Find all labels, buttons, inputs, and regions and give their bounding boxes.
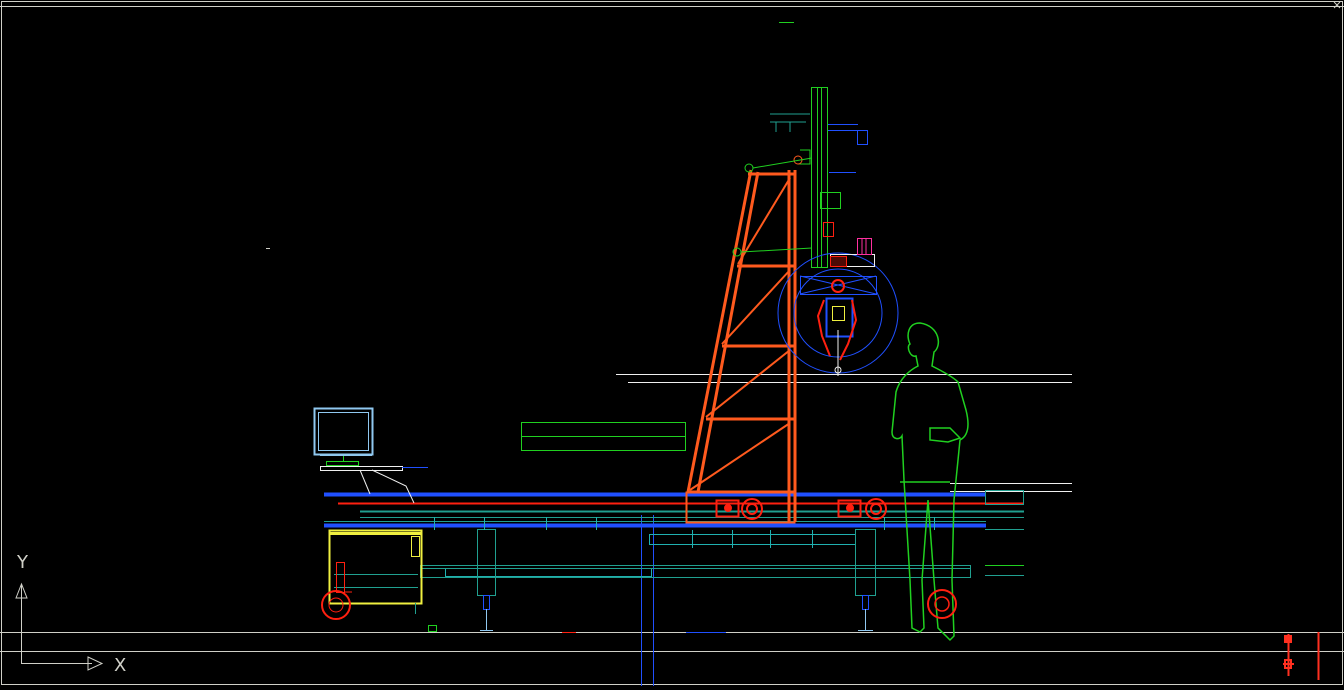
control-cabinet bbox=[321, 529, 423, 620]
floor-marks bbox=[428, 625, 726, 633]
ucs-y-label: Y bbox=[16, 552, 29, 573]
cad-drawing-viewport[interactable]: Y X bbox=[0, 0, 1344, 686]
table-leg-left bbox=[477, 529, 496, 631]
green-panel bbox=[521, 422, 686, 451]
ucs-axes-icon bbox=[15, 582, 104, 671]
computer-monitor-icon bbox=[313, 407, 428, 504]
reference-lines bbox=[616, 374, 1072, 492]
drive-motor-right bbox=[837, 498, 887, 520]
gantry-frame bbox=[685, 169, 797, 524]
vertical-mast bbox=[732, 87, 868, 268]
human-figure-icon bbox=[891, 322, 969, 642]
vertical-centerlines bbox=[641, 515, 654, 686]
drawing-frame bbox=[0, 1, 1344, 685]
conveyor-table bbox=[324, 490, 1024, 578]
table-leg-right bbox=[855, 529, 876, 631]
ucs-x-label: X bbox=[114, 655, 126, 676]
viewport-corner-markers bbox=[1283, 632, 1320, 680]
frame-corner-marker bbox=[1333, 1, 1341, 9]
drive-motor-left bbox=[715, 498, 763, 520]
